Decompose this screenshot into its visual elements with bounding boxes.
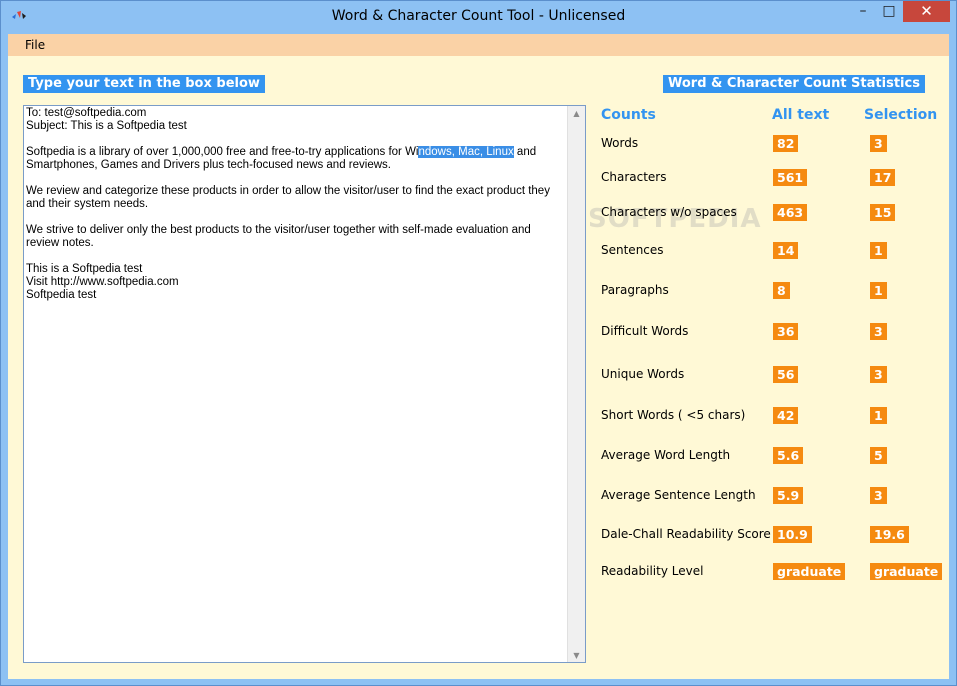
stat-value-all-text: 56 — [773, 366, 799, 383]
stat-value-all-text: 463 — [773, 204, 808, 221]
editor-paragraph: Softpedia is a library of over 1,000,000… — [26, 146, 540, 171]
stat-label: Average Word Length — [601, 448, 731, 462]
stat-value-selection: 17 — [870, 169, 896, 186]
stat-value-selection: 3 — [870, 366, 887, 383]
scroll-up-icon[interactable]: ▲ — [568, 109, 585, 118]
stat-value-all-text: 5.6 — [773, 447, 804, 464]
menu-file[interactable]: File — [25, 38, 45, 52]
editor-paragraph: We strive to deliver only the best produ… — [26, 224, 534, 249]
text-input-header: Type your text in the box below — [23, 75, 265, 93]
stat-label: Paragraphs — [601, 283, 669, 297]
selected-text: ndows, Mac, Linux — [418, 146, 514, 158]
stat-label: Unique Words — [601, 367, 685, 381]
stat-label: Short Words ( <5 chars) — [601, 408, 746, 422]
stat-value-all-text: 8 — [773, 282, 790, 299]
stat-label: Words — [601, 136, 639, 150]
stat-value-all-text: 36 — [773, 323, 799, 340]
stat-label: Average Sentence Length — [601, 488, 756, 502]
editor-line: This is a Softpedia test — [26, 263, 143, 275]
stat-label: Dale-Chall Readability Score — [601, 527, 771, 541]
minimize-icon: – — [859, 3, 867, 19]
vertical-scrollbar[interactable]: ▲ ▼ — [567, 106, 585, 662]
menu-bar: File — [8, 34, 949, 56]
app-window: Word & Character Count Tool - Unlicensed… — [0, 0, 957, 686]
window-title: Word & Character Count Tool - Unlicensed — [331, 8, 626, 24]
stat-value-selection: 15 — [870, 204, 896, 221]
column-header-all-text: All text — [772, 107, 830, 123]
maximize-icon: □ — [882, 3, 896, 19]
stat-label: Readability Level — [601, 564, 704, 578]
close-button[interactable]: ✕ — [903, 1, 950, 22]
column-header-counts: Counts — [601, 107, 656, 123]
column-header-selection: Selection — [864, 107, 938, 123]
stat-label: Difficult Words — [601, 324, 689, 338]
stat-value-selection: 1 — [870, 407, 887, 424]
stat-label: Characters — [601, 170, 667, 184]
editor-content[interactable]: To: test@softpedia.com Subject: This is … — [26, 107, 566, 302]
title-bar[interactable]: Word & Character Count Tool - Unlicensed… — [1, 1, 956, 33]
stat-value-selection: graduate — [870, 563, 943, 580]
stat-value-selection: 3 — [870, 135, 887, 152]
maximize-button[interactable]: □ — [876, 1, 902, 22]
editor-line: Visit http://www.softpedia.com — [26, 276, 179, 288]
stat-label: Characters w/o spaces — [601, 205, 737, 219]
stat-value-all-text: 10.9 — [773, 526, 812, 543]
stat-value-selection: 3 — [870, 323, 887, 340]
editor-line: To: test@softpedia.com — [26, 107, 147, 119]
text-editor[interactable]: To: test@softpedia.com Subject: This is … — [23, 105, 586, 663]
stat-value-all-text: 82 — [773, 135, 799, 152]
statistics-header: Word & Character Count Statistics — [663, 75, 925, 93]
stat-value-selection: 5 — [870, 447, 887, 464]
stat-value-all-text: 561 — [773, 169, 808, 186]
stat-value-all-text: 14 — [773, 242, 799, 259]
client-area: Type your text in the box below Word & C… — [8, 56, 949, 679]
scroll-down-icon[interactable]: ▼ — [568, 651, 585, 660]
stat-value-selection: 3 — [870, 487, 887, 504]
stat-value-selection: 1 — [870, 242, 887, 259]
stat-label: Sentences — [601, 243, 664, 257]
stat-value-all-text: 42 — [773, 407, 799, 424]
editor-line: Softpedia test — [26, 289, 97, 301]
editor-paragraph: We review and categorize these products … — [26, 185, 554, 210]
stat-value-selection: 19.6 — [870, 526, 909, 543]
minimize-button[interactable]: – — [850, 1, 876, 22]
stat-value-all-text: 5.9 — [773, 487, 804, 504]
stat-value-selection: 1 — [870, 282, 887, 299]
editor-line: Subject: This is a Softpedia test — [26, 120, 187, 132]
stat-value-all-text: graduate — [773, 563, 846, 580]
close-icon: ✕ — [920, 2, 933, 20]
